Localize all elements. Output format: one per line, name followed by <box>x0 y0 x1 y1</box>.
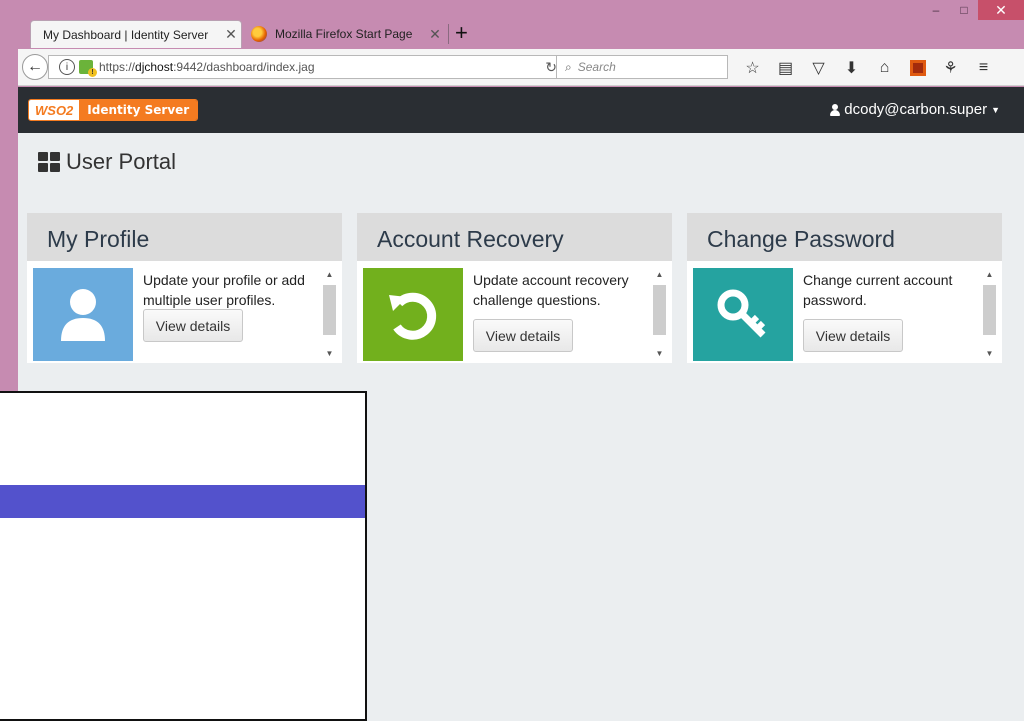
scroll-thumb[interactable] <box>983 285 996 335</box>
scroll-down-icon[interactable]: ▼ <box>981 347 998 361</box>
url-host: djchost <box>135 60 174 74</box>
card-title: Change Password <box>687 213 1002 261</box>
card-description: Change current account password. <box>803 272 953 308</box>
view-details-button[interactable]: View details <box>803 319 903 352</box>
search-placeholder: Search <box>577 60 616 74</box>
tab-title: Mozilla Firefox Start Page <box>275 27 413 41</box>
logo-wso2-text: WSO2 <box>29 100 80 120</box>
tab-dashboard[interactable]: My Dashboard | Identity Server ✕ <box>30 20 242 48</box>
card-title: My Profile <box>27 213 342 261</box>
toolbar-icons: ☆ ▤ ▽ ⬇ ⌂ ⚘ ≡ <box>736 56 1000 80</box>
wso2-logo[interactable]: WSO2 Identity Server <box>28 99 199 121</box>
home-icon[interactable]: ⌂ <box>868 59 901 77</box>
card-body: Update your profile or add multiple user… <box>33 268 338 361</box>
scroll-up-icon[interactable]: ▲ <box>651 268 668 282</box>
info-icon[interactable]: i <box>59 59 75 75</box>
logo-product-text: Identity Server <box>79 100 198 120</box>
page-title: User Portal <box>38 149 176 175</box>
window-controls: – □ ✕ <box>922 0 1024 26</box>
address-bar[interactable]: i https://djchost:9442/dashboard/index.j… <box>48 55 566 79</box>
password-tile <box>693 268 793 361</box>
pocket-icon[interactable]: ▽ <box>802 58 835 78</box>
card-body: Change current account password. View de… <box>693 268 998 361</box>
scroll-down-icon[interactable]: ▼ <box>651 347 668 361</box>
extension-icon[interactable] <box>901 60 934 76</box>
page-title-text: User Portal <box>66 149 177 174</box>
card-body: Update account recovery challenge questi… <box>363 268 668 361</box>
browser-window: My Dashboard | Identity Server ✕ Mozilla… <box>0 0 1024 721</box>
view-details-button[interactable]: View details <box>473 319 573 352</box>
reader-list-icon[interactable]: ▤ <box>769 58 802 78</box>
tab-divider <box>448 24 449 44</box>
close-icon[interactable]: ✕ <box>425 26 445 43</box>
scroll-thumb[interactable] <box>653 285 666 335</box>
menu-icon[interactable]: ≡ <box>967 59 1000 77</box>
card-my-profile: My Profile Update your profile or add mu… <box>27 213 342 363</box>
scrollbar[interactable]: ▲ ▼ <box>981 268 998 361</box>
card-change-password: Change Password Change current account p… <box>687 213 1002 363</box>
scroll-thumb[interactable] <box>323 285 336 335</box>
close-icon[interactable]: ✕ <box>221 26 241 43</box>
card-description: Update your profile or add multiple user… <box>143 272 305 308</box>
tab-title: My Dashboard | Identity Server <box>43 27 209 42</box>
search-icon: ⌕ <box>565 59 572 74</box>
scrollbar[interactable]: ▲ ▼ <box>651 268 668 361</box>
key-icon <box>717 289 766 337</box>
caret-down-icon: ▼ <box>991 104 1000 115</box>
scroll-up-icon[interactable]: ▲ <box>981 268 998 282</box>
new-tab-button[interactable]: + <box>455 22 468 44</box>
username: dcody@carbon.super <box>844 101 988 118</box>
bookmark-star-icon[interactable]: ☆ <box>736 58 769 78</box>
card-account-recovery: Account Recovery Update account recovery… <box>357 213 672 363</box>
recovery-tile <box>363 268 463 361</box>
card-title: Account Recovery <box>357 213 672 261</box>
firefox-icon <box>251 26 267 42</box>
overlay-highlight-bar[interactable] <box>0 485 365 518</box>
view-details-button[interactable]: View details <box>143 309 243 342</box>
user-icon <box>830 103 841 116</box>
navigation-toolbar: i https://djchost:9442/dashboard/index.j… <box>18 49 1024 86</box>
app-header: WSO2 Identity Server dcody@carbon.super … <box>18 87 1024 133</box>
user-menu[interactable]: dcody@carbon.super ▼ <box>830 101 1000 118</box>
profile-tile <box>33 268 133 361</box>
overlay-window[interactable] <box>0 391 367 721</box>
recovery-icon <box>389 292 437 340</box>
puzzle-icon[interactable]: ⚘ <box>934 58 967 78</box>
download-icon[interactable]: ⬇ <box>835 58 868 78</box>
scroll-down-icon[interactable]: ▼ <box>321 347 338 361</box>
tab-strip: My Dashboard | Identity Server ✕ Mozilla… <box>0 0 1024 49</box>
back-button[interactable]: ← <box>22 54 48 80</box>
tab-firefox-start[interactable]: Mozilla Firefox Start Page ✕ <box>245 20 445 48</box>
search-input[interactable]: ⌕ Search <box>556 55 728 79</box>
maximize-button[interactable]: □ <box>950 0 978 20</box>
window-close-button[interactable]: ✕ <box>978 0 1024 20</box>
minimize-button[interactable]: – <box>922 0 950 20</box>
dashboard-grid-icon <box>38 152 60 172</box>
url-path: :9442/dashboard/index.jag <box>173 60 315 74</box>
lock-warning-icon[interactable] <box>79 60 97 77</box>
card-description: Update account recovery challenge questi… <box>473 272 629 308</box>
scrollbar[interactable]: ▲ ▼ <box>321 268 338 361</box>
user-icon <box>61 288 105 341</box>
url-prefix: https:// <box>99 60 136 74</box>
scroll-up-icon[interactable]: ▲ <box>321 268 338 282</box>
